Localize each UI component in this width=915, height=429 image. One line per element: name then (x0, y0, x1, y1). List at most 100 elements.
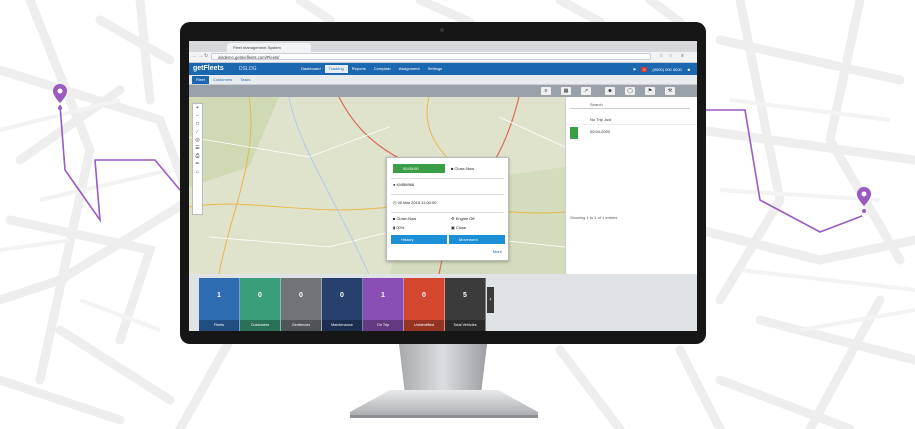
browser-tab[interactable]: Fleet management System (227, 43, 311, 52)
status-value: Close-Now (454, 166, 475, 171)
layers-icon[interactable]: ☰ (193, 144, 202, 152)
phone-number: (0000) 000 0000 (652, 66, 682, 72)
summary-tile-unidentified[interactable]: 0 Unidentified (404, 278, 445, 331)
summary-tile-total-vehicles[interactable]: 5 Total Vehicles (445, 278, 486, 331)
browser-toolbar: ← → ↻ initdemo.getmefleets.com/Fleets/ ☆… (189, 52, 697, 63)
summary-tile-on-trip[interactable]: 1 On Trip (363, 278, 404, 331)
lock-icon: ■ (451, 166, 454, 171)
user-icon[interactable]: ☻ (605, 87, 615, 95)
divider (391, 178, 504, 179)
tile-label: Total Vehicles (445, 320, 485, 331)
vehicle-info-popup: 00:00:00 ■ Close-Now ● KMB8966 ◷ 00 Mar … (386, 157, 509, 261)
tile-label: Geofences (281, 320, 321, 331)
app-header: getFleets DSLOG Dashboard Tracking Repor… (189, 63, 697, 75)
extension-icon[interactable]: ○ (669, 53, 672, 59)
last-update-value: 00 Mar 2015 11:00:00 (397, 200, 437, 205)
battery-value: 00% (396, 225, 405, 230)
address-bar[interactable]: initdemo.getmefleets.com/Fleets/ (211, 53, 651, 60)
monitor-frame: Fleet management System ← → ↻ initdemo.g… (180, 22, 706, 344)
summary-tiles: 1 Fleets 0 Customers 0 Geofences 0 Maintenance 1… (199, 278, 487, 331)
menu-icon[interactable]: ≡ (681, 53, 684, 59)
vehicle-plate-value: KMB8966 (396, 182, 415, 187)
menu-complain[interactable]: Complain (370, 65, 395, 73)
menu-settings[interactable]: Settings (424, 65, 446, 73)
divider (391, 212, 504, 213)
wrench-icon[interactable]: ⚒ (665, 87, 675, 95)
home-icon[interactable]: ⌂ (193, 168, 202, 176)
tab-fleet[interactable]: Fleet (192, 75, 209, 84)
engine-status: ⚙ Engine Off (451, 216, 475, 221)
ruler-icon[interactable]: ∕ (193, 128, 202, 136)
zoom-in-button[interactable]: + (193, 104, 202, 112)
tile-count: 0 (340, 292, 344, 299)
summary-tile-geofences[interactable]: 0 Geofences (281, 278, 322, 331)
back-arrow-icon[interactable]: ← (192, 53, 197, 59)
map-zoom-controls: + − □ ∕ ◎ ☰ ⎙ ✏ ⌂ (192, 103, 203, 215)
summary-tile-fleets[interactable]: 1 Fleets (199, 278, 240, 331)
map-view[interactable]: + − □ ∕ ◎ ☰ ⎙ ✏ ⌂ 00:00:00 ■ Close-Now ●… (189, 97, 565, 274)
tile-count: 5 (463, 292, 467, 299)
summary-tile-maintenance[interactable]: 0 Maintenance (322, 278, 363, 331)
list-header-row[interactable]: No Trip Just (566, 115, 697, 125)
ignition-value: Close-Now (396, 216, 417, 221)
browser-tab-bar: Fleet management System (189, 41, 697, 57)
door-status: ▣ Close (451, 225, 466, 230)
collapse-tiles-button[interactable]: ‹ (487, 287, 494, 313)
company-name: DSLOG (239, 66, 257, 72)
time-badge: 00:00:00 (393, 164, 445, 173)
tile-count: 0 (299, 292, 303, 299)
menu-assignment[interactable]: Assignment (395, 65, 424, 73)
door-value: Close (455, 225, 467, 230)
notification-bell-icon[interactable]: ⚑ (633, 67, 637, 72)
tile-count: 1 (217, 292, 221, 299)
engine-value: Engine Off (455, 216, 475, 221)
list-header-text: No Trip Just (590, 117, 612, 122)
key-icon: ■ (393, 216, 396, 221)
route-icon[interactable]: ◯ (625, 87, 635, 95)
tile-label: On Trip (363, 320, 403, 331)
clock-icon: ◷ (393, 200, 397, 205)
app-logo[interactable]: getFleets (193, 64, 224, 74)
vehicle-plate: ● KMB8966 (393, 182, 414, 187)
tile-count: 0 (422, 292, 426, 299)
battery-icon: ▮ (393, 225, 396, 230)
tile-label: Customers (240, 320, 280, 331)
screen: Fleet management System ← → ↻ initdemo.g… (189, 41, 697, 331)
print-icon[interactable]: ⎙ (193, 152, 202, 160)
fullscreen-icon[interactable]: □ (193, 120, 202, 128)
pin-icon[interactable]: ↗ (581, 87, 591, 95)
ignition-status: ■ Close-Now (393, 216, 416, 221)
grid-icon[interactable]: ▦ (561, 87, 571, 95)
engine-icon: ⚙ (451, 216, 455, 221)
flag-icon[interactable]: ⚑ (645, 87, 655, 95)
car-icon: ● (393, 182, 396, 187)
tile-label: Unidentified (404, 320, 444, 331)
last-update: ◷ 00 Mar 2015 11:00:00 (393, 200, 436, 205)
locate-icon[interactable]: ◎ (193, 136, 202, 144)
reload-icon[interactable]: ↻ (204, 53, 208, 59)
more-link[interactable]: More (493, 249, 502, 254)
vehicle-list-panel: Search No Trip Just 00:00:2000 Showing 1… (565, 97, 697, 274)
alert-count-badge[interactable]: 0 (641, 66, 648, 72)
menu-reports[interactable]: Reports (348, 65, 370, 73)
summary-tile-customers[interactable]: 0 Customers (240, 278, 281, 331)
history-button[interactable]: History (391, 235, 447, 244)
forward-arrow-icon[interactable]: → (198, 53, 203, 59)
star-icon[interactable]: ☆ (659, 53, 663, 59)
door-icon: ▣ (451, 225, 455, 230)
list-item[interactable]: 00:00:2000 (566, 127, 697, 137)
divider (391, 194, 504, 195)
map-toolbar: ≡ ▦ ↗ ☻ ◯ ⚑ ⚒ (189, 85, 697, 97)
zoom-out-button[interactable]: − (193, 112, 202, 120)
user-icon[interactable]: ☻ (687, 67, 691, 72)
tab-tasks[interactable]: Tasks (236, 76, 254, 84)
draw-icon[interactable]: ✏ (193, 160, 202, 168)
tile-label: Maintenance (322, 320, 362, 331)
menu-dashboard[interactable]: Dashboard (297, 65, 325, 73)
menu-tracking[interactable]: Tracking (324, 65, 348, 73)
list-footer: Showing 1 to 1 of 1 entries (570, 215, 618, 220)
tab-customers[interactable]: Customers (209, 76, 236, 84)
movement-button[interactable]: Movement (449, 235, 505, 244)
search-input[interactable]: Search (570, 101, 690, 109)
list-icon[interactable]: ≡ (541, 87, 551, 95)
